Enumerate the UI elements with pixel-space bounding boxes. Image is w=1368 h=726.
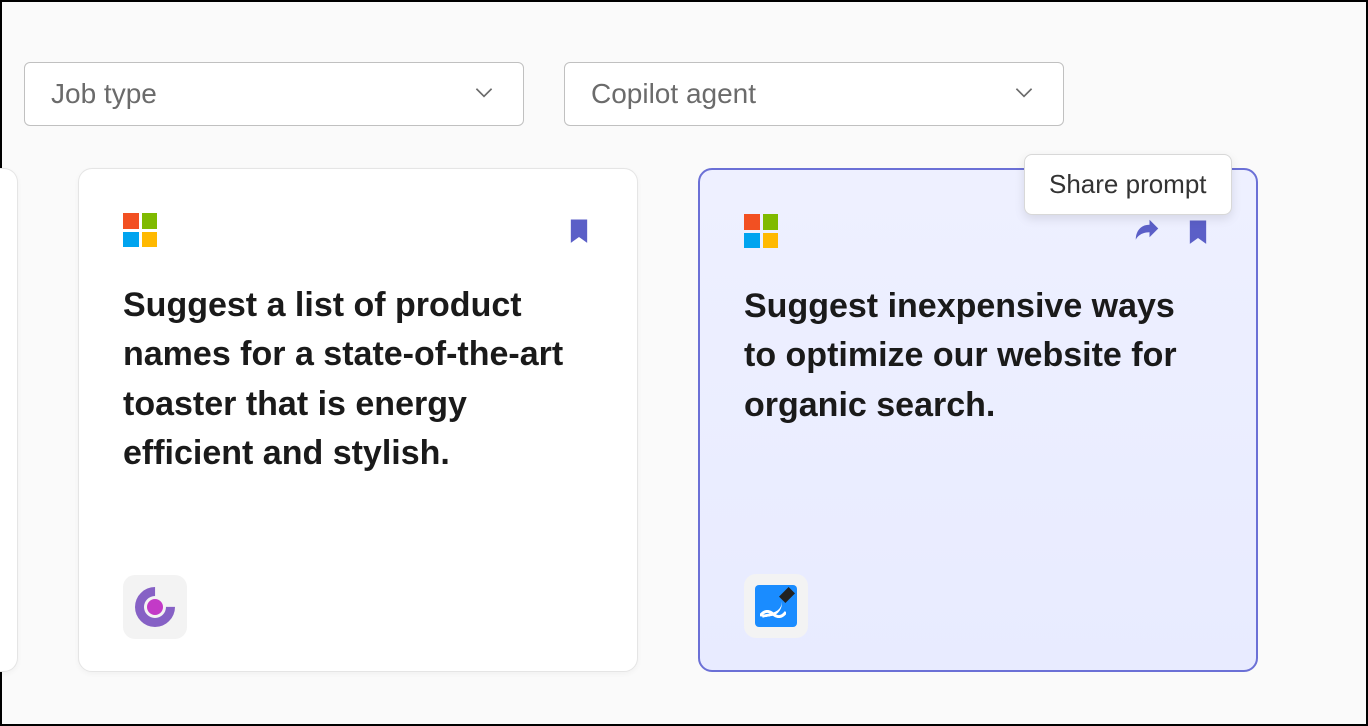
bookmark-icon[interactable]	[1184, 214, 1212, 253]
share-prompt-tooltip: Share prompt	[1024, 154, 1232, 215]
copilot-agent-label: Copilot agent	[591, 78, 756, 110]
job-type-filter[interactable]: Job type	[24, 62, 524, 126]
whiteboard-app-icon	[744, 574, 808, 638]
microsoft-logo-icon	[123, 213, 157, 247]
prompt-card-selected[interactable]: Suggest inexpensive ways to optimize our…	[698, 168, 1258, 672]
prompt-text: Suggest a list of product names for a st…	[123, 281, 593, 575]
microsoft-logo-icon	[744, 214, 778, 248]
copilot-agent-filter[interactable]: Copilot agent	[564, 62, 1064, 126]
job-type-label: Job type	[51, 78, 157, 110]
share-icon[interactable]	[1132, 216, 1162, 251]
bookmark-icon[interactable]	[565, 213, 593, 252]
loop-app-icon	[123, 575, 187, 639]
prompt-text: Suggest inexpensive ways to optimize our…	[744, 282, 1212, 574]
prompt-card-partial[interactable]	[0, 168, 18, 672]
chevron-down-icon	[1011, 79, 1037, 110]
chevron-down-icon	[471, 79, 497, 110]
prompt-card[interactable]: Suggest a list of product names for a st…	[78, 168, 638, 672]
